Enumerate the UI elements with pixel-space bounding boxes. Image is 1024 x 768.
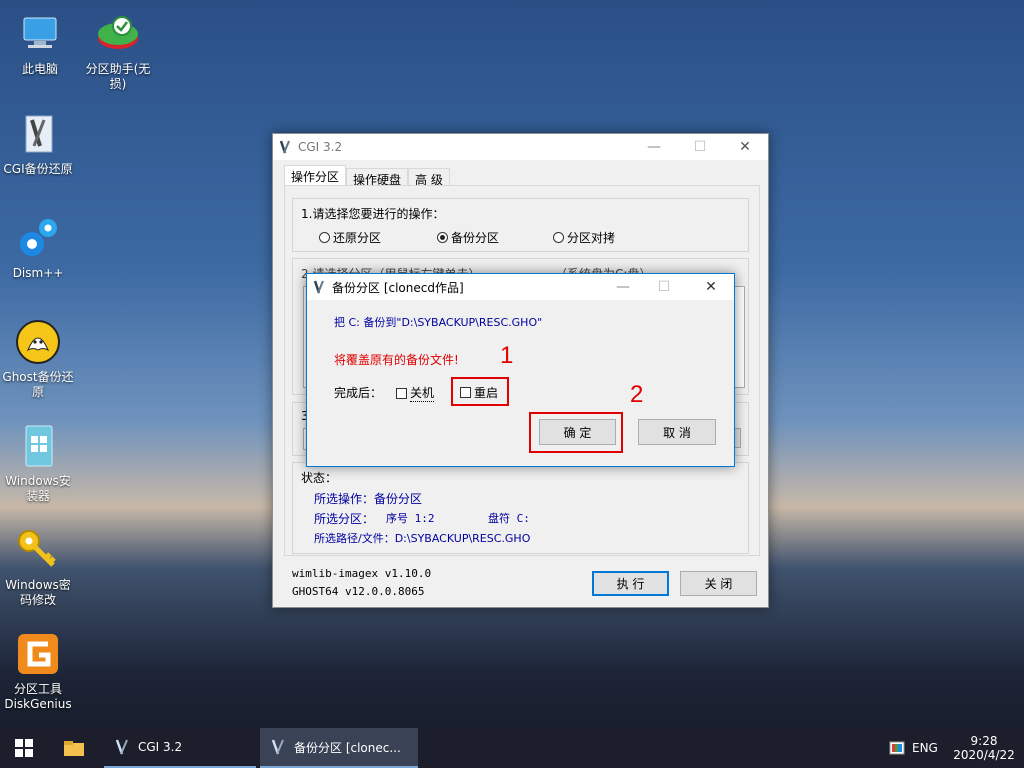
clock-date: 2020/4/22 (953, 748, 1015, 762)
ghost-icon (14, 318, 62, 366)
annotation-box-restart (451, 377, 509, 406)
status-partition-seq: 序号 1:2 (386, 512, 435, 525)
step1-label: 1.请选择您要进行的操作： (301, 207, 445, 221)
desktop-icon-diskgenius[interactable]: 分区工具 DiskGenius (0, 630, 76, 712)
checkbox-label: 关机 (410, 386, 435, 402)
gear-icon (14, 214, 62, 262)
maximize-icon[interactable]: ☐ (641, 274, 687, 300)
shutdown-checkbox[interactable]: 关机 (396, 384, 435, 402)
annotation-number-1: 1 (500, 342, 514, 369)
radio-copy[interactable]: 分区对拷 (553, 229, 615, 246)
close-icon[interactable]: ✕ (688, 274, 734, 300)
key-icon (14, 526, 62, 574)
desktop-icon-label: Dism++ (12, 266, 64, 280)
language-indicator[interactable]: ENG (912, 728, 942, 768)
folder-icon (64, 741, 84, 756)
status-partition-drive: 盘符 C: (488, 512, 530, 525)
desktop-icon-cgi[interactable]: CGI备份还原 (0, 110, 76, 177)
dialog-titlebar[interactable]: 备份分区 [clonecd作品] — ☐ ✕ (307, 274, 734, 300)
desktop-icon-label: Ghost备份还原 (2, 370, 74, 399)
taskbar: CGI 3.2 备份分区 [clonec... ENG 9:28 2020/4/… (0, 728, 1024, 768)
taskbar-item-label: CGI 3.2 (138, 740, 183, 754)
status-partition-label: 所选分区： (314, 512, 375, 526)
version-ghost: GHOST64 v12.0.0.8065 (292, 585, 425, 598)
execute-button[interactable]: 执 行 (592, 571, 669, 596)
status-title: 状态： (301, 471, 338, 485)
dialog-message: 把 C: 备份到"D:\SYBACKUP\RESC.GHO" (334, 316, 543, 329)
cgi-titlebar[interactable]: CGI 3.2 — ☐ ✕ (273, 134, 768, 160)
radio-label: 分区对拷 (567, 231, 616, 245)
cgi-app-icon (278, 139, 292, 155)
cgi-app-icon (271, 739, 284, 755)
radio-dot-selected (437, 232, 448, 243)
radio-backup[interactable]: 备份分区 (437, 229, 499, 246)
desktop-icon-label: 此电脑 (21, 62, 58, 76)
start-button[interactable] (0, 728, 48, 768)
installer-icon (14, 422, 62, 470)
cgi-app-icon (115, 739, 128, 755)
taskbar-item-backup-dialog[interactable]: 备份分区 [clonec... (260, 728, 418, 768)
cgi-window-title: CGI 3.2 (298, 140, 343, 154)
radio-label: 还原分区 (333, 231, 382, 245)
close-icon[interactable]: ✕ (722, 134, 768, 160)
backup-dialog: 备份分区 [clonecd作品] — ☐ ✕ 把 C: 备份到"D:\SYBAC… (306, 273, 735, 467)
cgi-tools-icon (14, 110, 62, 158)
desktop-icon-ghost[interactable]: Ghost备份还原 (0, 318, 76, 400)
version-wimlib: wimlib-imagex v1.10.0 (292, 567, 432, 580)
desktop-icon-partition-assistant[interactable]: 分区助手(无损) (80, 10, 156, 92)
computer-icon (16, 10, 64, 58)
radio-restore[interactable]: 还原分区 (319, 229, 381, 246)
minimize-icon[interactable]: — (600, 274, 646, 300)
dialog-warning: 将覆盖原有的备份文件! (334, 353, 459, 367)
close-button[interactable]: 关 闭 (680, 571, 757, 596)
clock[interactable]: 9:28 2020/4/22 (948, 728, 1020, 768)
desktop-icon-windows-installer[interactable]: Windows安装器 (0, 422, 76, 504)
radio-dot (319, 232, 330, 243)
clock-time: 9:28 (970, 734, 998, 748)
radio-label: 备份分区 (451, 231, 500, 245)
cancel-button[interactable]: 取 消 (638, 419, 716, 445)
annotation-number-2: 2 (630, 381, 644, 408)
desktop-icon-this-pc[interactable]: 此电脑 (2, 10, 78, 77)
desktop-icon-label: 分区助手(无损) (85, 62, 151, 91)
desktop-icon-label: Windows密码修改 (5, 578, 71, 607)
taskbar-item-cgi[interactable]: CGI 3.2 (104, 728, 256, 768)
dialog-title: 备份分区 [clonecd作品] (332, 280, 464, 295)
dialog-app-icon (312, 279, 326, 295)
after-label: 完成后： (334, 386, 383, 400)
windows-logo-icon (15, 739, 33, 757)
minimize-icon[interactable]: — (631, 134, 677, 160)
maximize-icon[interactable]: ☐ (677, 134, 723, 160)
display-color-icon (889, 741, 905, 755)
desktop-icon-label: CGI备份还原 (3, 162, 73, 176)
annotation-box-ok (529, 412, 623, 453)
diskgenius-icon (14, 630, 62, 678)
checkbox-box (396, 387, 407, 399)
status-operation: 所选操作：备份分区 (314, 492, 423, 506)
radio-dot (553, 232, 564, 243)
desktop-icon-label: Windows安装器 (5, 474, 71, 503)
status-path: 所选路径/文件：D:\SYBACKUP\RESC.GHO (314, 532, 531, 545)
file-explorer-button[interactable] (54, 728, 94, 768)
partition-assistant-icon (94, 10, 142, 58)
tray-network-button[interactable] (886, 728, 908, 768)
desktop-icon-label: 分区工具 DiskGenius (4, 682, 72, 711)
taskbar-item-label: 备份分区 [clonec... (294, 740, 401, 755)
desktop-icon-password[interactable]: Windows密码修改 (0, 526, 76, 608)
desktop-icon-dism[interactable]: Dism++ (0, 214, 76, 281)
